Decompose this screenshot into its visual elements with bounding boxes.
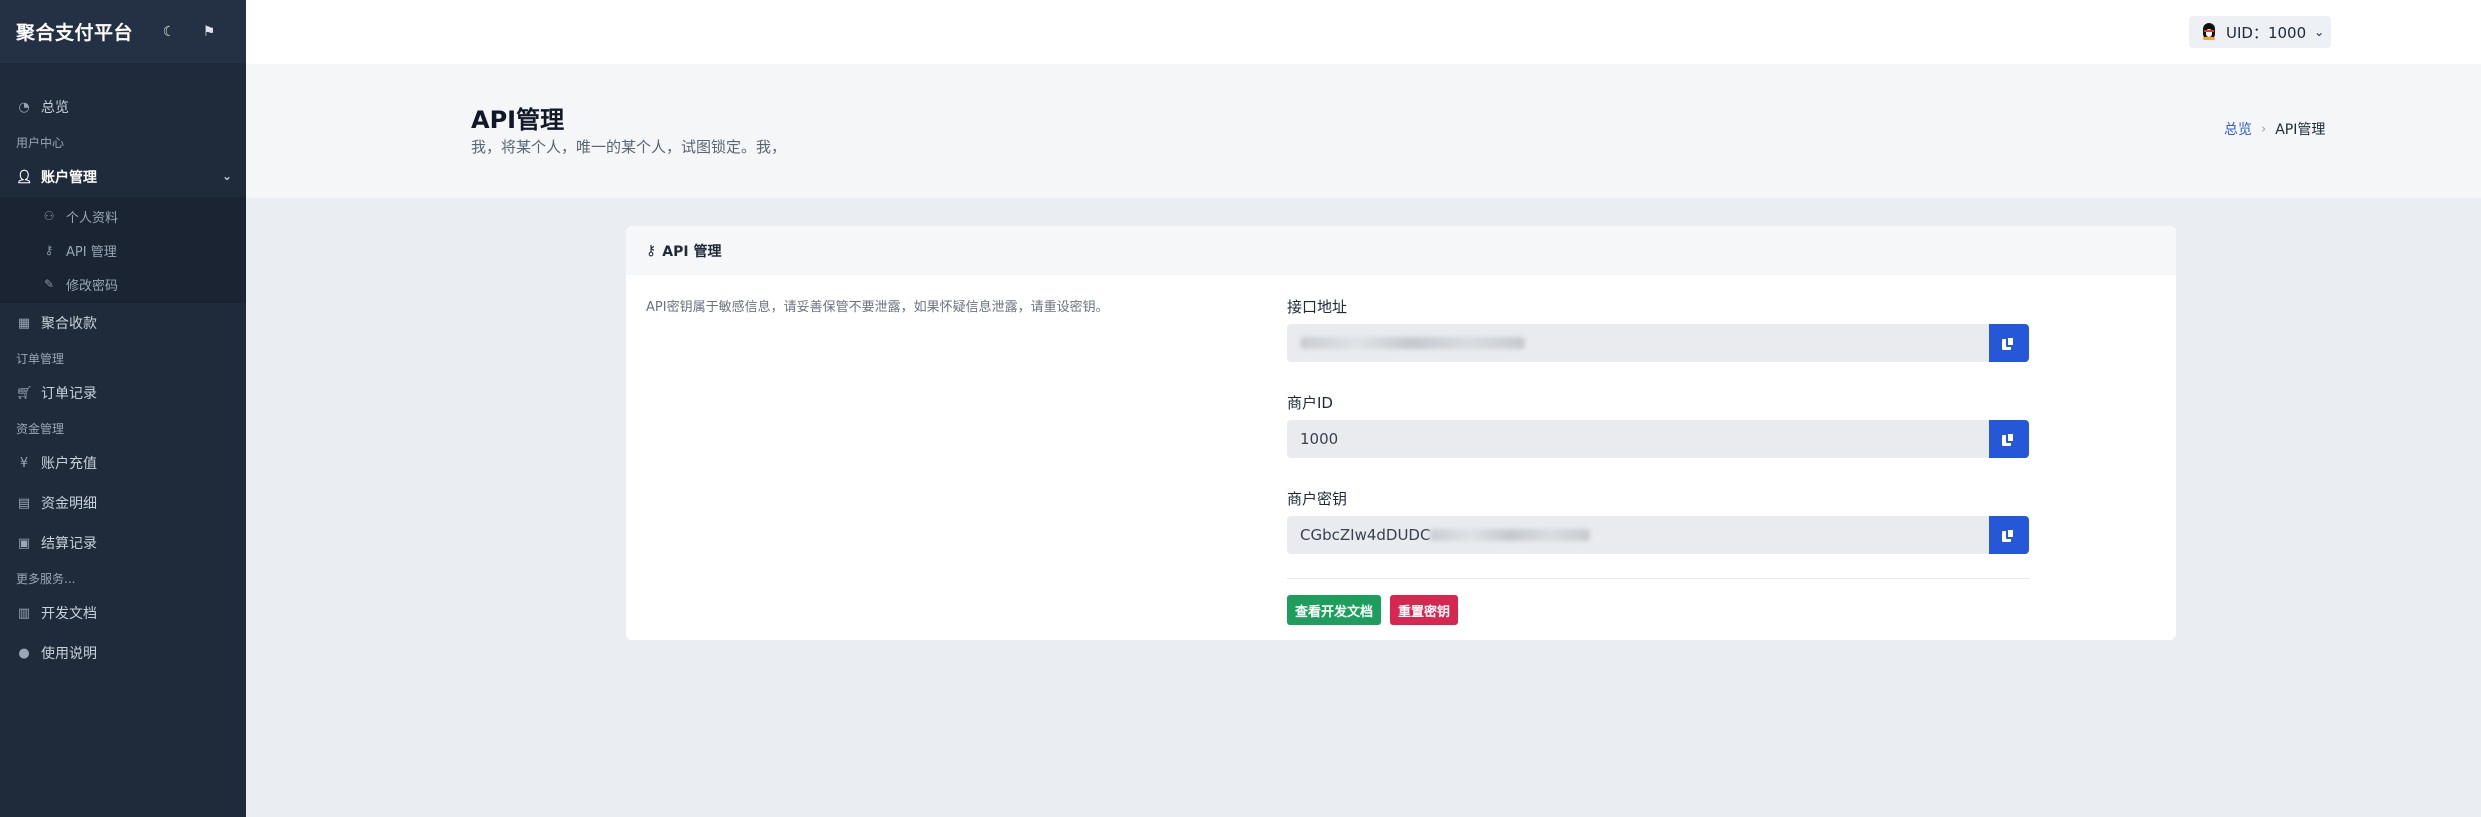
api-url-field[interactable] bbox=[1287, 324, 1989, 362]
merchant-key-group: CGbcZIw4dDUDC bbox=[1287, 516, 2029, 554]
edit-icon: ✎ bbox=[43, 277, 55, 291]
receipt-icon: ▣ bbox=[17, 535, 31, 551]
sidebar-subitem-api[interactable]: ⚷ API 管理 bbox=[0, 233, 246, 267]
sidebar-subitem-label: API 管理 bbox=[66, 244, 117, 260]
sidebar-subitem-label: 修改密码 bbox=[66, 278, 119, 294]
sidebar-subitem-label: 个人资料 bbox=[66, 210, 119, 226]
chevron-down-icon: ⌄ bbox=[221, 169, 232, 183]
copy-merchant-id-button[interactable] bbox=[1989, 420, 2029, 458]
sidebar-item-order-records[interactable]: 🛒︎ 订单记录 bbox=[0, 373, 246, 413]
chevron-down-icon: ⌄ bbox=[2314, 25, 2325, 39]
merchant-id-group: 1000 bbox=[1287, 420, 2029, 458]
reset-key-button[interactable]: 重置密钥 bbox=[1390, 595, 1459, 625]
api-card: ⚷ API 管理 API密钥属于敏感信息，请妥善保管不要泄露，如果怀疑信息泄露，… bbox=[626, 226, 2176, 640]
sidebar-item-aggregate-pay[interactable]: ▦ 聚合收款 bbox=[0, 303, 246, 343]
sidebar-item-label: 资金明细 bbox=[41, 496, 97, 512]
copy-icon bbox=[2002, 528, 2016, 542]
api-url-label: 接口地址 bbox=[1287, 298, 1348, 316]
moon-icon[interactable]: ☾ bbox=[156, 19, 182, 45]
user-icon: 👤︎ bbox=[16, 169, 33, 185]
sidebar-item-label: 订单记录 bbox=[41, 386, 97, 402]
card-title: API 管理 bbox=[662, 243, 722, 260]
api-form: 接口地址 商户ID 1000 商户密钥 CGbcZIw4dDUDC 查看开发文档… bbox=[1287, 296, 2029, 625]
sidebar-item-label: 总览 bbox=[41, 100, 69, 116]
flag-icon[interactable]: ⚑ bbox=[196, 19, 222, 45]
chevron-right-icon: › bbox=[2261, 121, 2267, 137]
redacted-value bbox=[1300, 337, 1525, 349]
sidebar-item-label: 账户管理 bbox=[41, 170, 97, 186]
view-docs-button[interactable]: 查看开发文档 bbox=[1287, 595, 1382, 625]
api-url-group bbox=[1287, 324, 2029, 362]
copy-api-url-button[interactable] bbox=[1989, 324, 2029, 362]
book-icon: ▥ bbox=[17, 605, 31, 621]
breadcrumb-current: API管理 bbox=[2275, 122, 2326, 138]
key-icon: ⚷ bbox=[646, 242, 657, 259]
copy-merchant-key-button[interactable] bbox=[1989, 516, 2029, 554]
grid-icon: ▦ bbox=[17, 315, 31, 331]
sidebar-item-label: 账户充值 bbox=[41, 456, 97, 472]
cart-icon: 🛒︎ bbox=[16, 385, 33, 401]
page-title: API管理 bbox=[471, 106, 565, 134]
user-menu-button[interactable]: UID：1000 ⌄ bbox=[2189, 16, 2331, 48]
copy-icon bbox=[2002, 336, 2016, 350]
sidebar-item-settlement[interactable]: ▣ 结算记录 bbox=[0, 523, 246, 563]
merchant-key-value: CGbcZIw4dDUDC bbox=[1300, 526, 1431, 544]
sidebar-item-recharge[interactable]: ¥ 账户充值 bbox=[0, 443, 246, 483]
redacted-value bbox=[1430, 529, 1591, 541]
copy-icon bbox=[2002, 432, 2016, 446]
security-notice: API密钥属于敏感信息，请妥善保管不要泄露，如果怀疑信息泄露，请重设密钥。 bbox=[646, 300, 1109, 315]
sidebar-item-label: 结算记录 bbox=[41, 536, 97, 552]
page-subtitle: 我，将某个人，唯一的某个人，试图锁定。我， bbox=[471, 138, 787, 156]
help-icon: ● bbox=[18, 645, 30, 661]
sidebar-subitem-password[interactable]: ✎ 修改密码 bbox=[0, 267, 246, 301]
sidebar-item-label: 开发文档 bbox=[41, 606, 97, 622]
sidebar-item-label: 使用说明 bbox=[41, 646, 97, 662]
dashboard-icon: ◔ bbox=[18, 99, 30, 115]
form-actions: 查看开发文档 重置密钥 bbox=[1287, 595, 2029, 625]
merchant-id-label: 商户ID bbox=[1287, 394, 1333, 412]
key-icon: ⚷ bbox=[44, 243, 54, 257]
sidebar-section-user: 用户中心 bbox=[16, 136, 65, 150]
merchant-key-label: 商户密钥 bbox=[1287, 490, 1348, 508]
sidebar-section-funds: 资金管理 bbox=[16, 422, 65, 436]
sidebar-section-more: 更多服务... bbox=[16, 572, 76, 586]
qq-penguin-icon bbox=[2201, 23, 2217, 41]
sidebar-item-label: 聚合收款 bbox=[41, 316, 97, 332]
merchant-key-field[interactable]: CGbcZIw4dDUDC bbox=[1287, 516, 1989, 554]
merchant-id-field[interactable]: 1000 bbox=[1287, 420, 1989, 458]
chart-icon: ▤ bbox=[17, 495, 31, 511]
card-header: ⚷ API 管理 bbox=[626, 226, 2176, 275]
sidebar-item-usage[interactable]: ● 使用说明 bbox=[0, 633, 246, 673]
sidebar-subitem-profile[interactable]: ⚇ 个人资料 bbox=[0, 199, 246, 233]
yen-icon: ¥ bbox=[19, 455, 29, 471]
page-header: API管理 我，将某个人，唯一的某个人，试图锁定。我， 总览 › API管理 bbox=[246, 64, 2481, 198]
breadcrumb: 总览 › API管理 bbox=[2224, 119, 2325, 139]
sidebar-item-dev-docs[interactable]: ▥ 开发文档 bbox=[0, 593, 246, 633]
user-settings-icon: ⚇ bbox=[43, 209, 55, 223]
divider bbox=[1287, 578, 2029, 579]
brand-logo[interactable]: 聚合支付平台 bbox=[16, 18, 133, 45]
topbar: UID：1000 ⌄ bbox=[246, 0, 2481, 64]
sidebar-item-fund-details[interactable]: ▤ 资金明细 bbox=[0, 483, 246, 523]
sidebar: 聚合支付平台 ☾ ⚑ ◔ 总览 用户中心 👤︎ 账户管理 ⌄ ⚇ 个人资料 ⚷ … bbox=[0, 0, 246, 817]
sidebar-header: 聚合支付平台 ☾ ⚑ bbox=[0, 0, 246, 63]
sidebar-item-account-management[interactable]: 👤︎ 账户管理 ⌄ bbox=[0, 157, 246, 197]
sidebar-item-overview[interactable]: ◔ 总览 bbox=[0, 87, 246, 127]
sidebar-section-order: 订单管理 bbox=[16, 352, 65, 366]
uid-label: UID：1000 bbox=[2226, 23, 2307, 42]
breadcrumb-home-link[interactable]: 总览 bbox=[2224, 119, 2252, 139]
